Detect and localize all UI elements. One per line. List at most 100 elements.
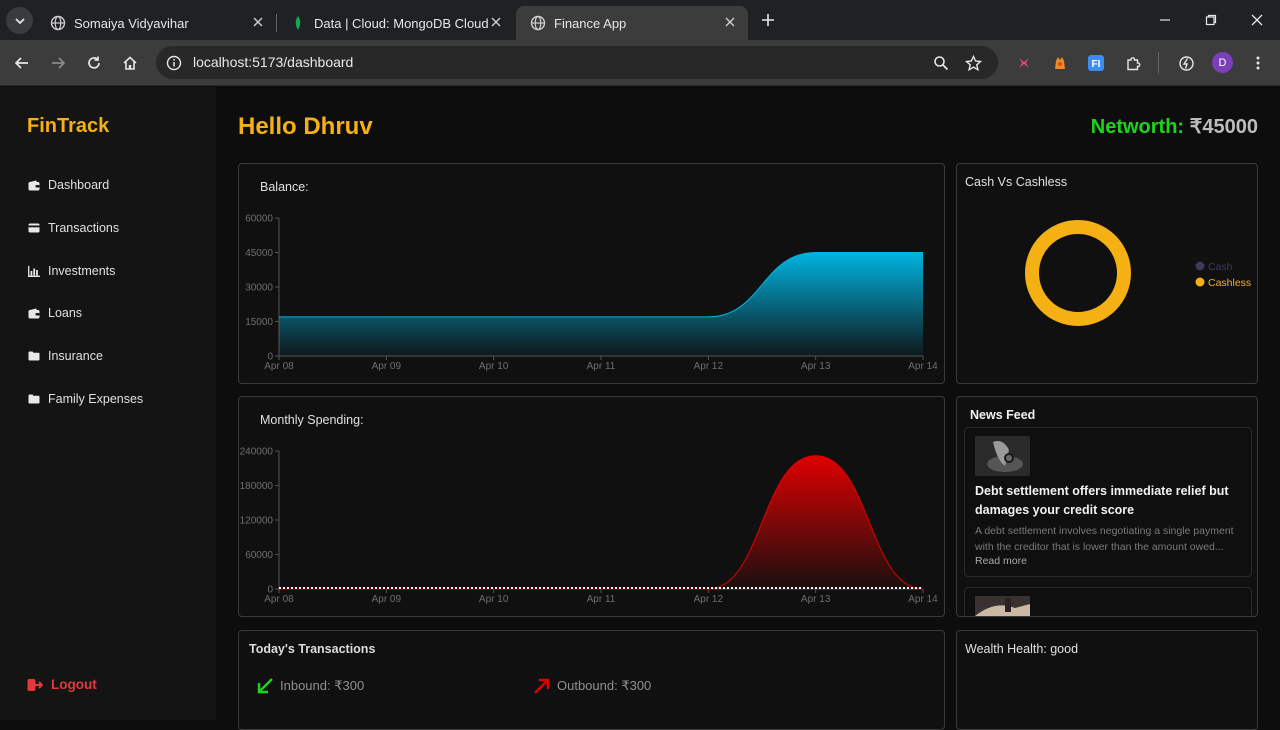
forward-button[interactable] <box>46 51 70 75</box>
globe-icon <box>50 15 66 31</box>
x-tick-label: Apr 09 <box>372 594 402 605</box>
balance-card: Balance: 015000300004500060000Apr 08Apr … <box>238 163 945 384</box>
x-tick-label: Apr 11 <box>587 361 616 372</box>
extension-fox-icon[interactable] <box>1048 51 1072 75</box>
read-more-link[interactable]: Read more <box>975 555 1027 567</box>
spending-chart: 060000120000180000240000Apr 08Apr 09Apr … <box>239 397 943 615</box>
networth: Networth: ₹45000 <box>1091 114 1258 139</box>
spending-card: Monthly Spending: 0600001200001800002400… <box>238 396 945 617</box>
news-thumbnail <box>975 436 1030 476</box>
zoom-icon[interactable] <box>930 52 952 74</box>
sidebar-item-investments[interactable]: Investments <box>27 261 115 281</box>
inbound-value: Inbound: ₹300 <box>280 678 364 694</box>
sidebar-item-label: Family Expenses <box>48 392 143 406</box>
pie-slice-cashless <box>1032 227 1124 319</box>
address-bar[interactable]: localhost:5173/dashboard <box>156 46 998 79</box>
x-tick-label: Apr 13 <box>801 361 831 372</box>
x-tick-label: Apr 12 <box>694 594 724 605</box>
browser-toolbar: localhost:5173/dashboard FI D <box>0 40 1280 86</box>
x-tick-label: Apr 10 <box>479 594 509 605</box>
card-icon <box>27 222 40 234</box>
todays-transactions-title: Today's Transactions <box>249 642 375 656</box>
x-tick-label: Apr 08 <box>264 361 294 372</box>
x-tick-label: Apr 14 <box>908 361 938 372</box>
legend-label-cash: Cash <box>1208 261 1233 273</box>
sidebar-item-loans[interactable]: Loans <box>27 303 82 323</box>
reload-button[interactable] <box>82 51 106 75</box>
folder-icon <box>27 350 40 362</box>
extensions-puzzle-icon[interactable] <box>1121 51 1145 75</box>
tab-title: Finance App <box>554 16 626 31</box>
home-button[interactable] <box>118 51 142 75</box>
x-tick-label: Apr 08 <box>264 594 294 605</box>
tab-finance-app[interactable]: Finance App <box>516 6 748 40</box>
restore-button[interactable] <box>1199 8 1223 32</box>
sidebar-item-label: Investments <box>48 264 115 278</box>
bar-chart-icon <box>27 265 40 277</box>
arrow-right-icon <box>50 55 66 71</box>
close-icon[interactable] <box>488 14 504 30</box>
news-item[interactable] <box>964 587 1252 617</box>
legend-label-cashless: Cashless <box>1208 277 1251 289</box>
news-headline[interactable]: Debt settlement offers immediate relief … <box>975 482 1235 520</box>
restore-icon <box>1205 14 1217 26</box>
folder-icon <box>27 393 40 405</box>
news-thumbnail <box>975 596 1030 617</box>
todays-transactions-card: Today's Transactions Inbound: ₹300 Outbo… <box>238 630 945 730</box>
x-tick-label: Apr 10 <box>479 361 509 372</box>
wallet-icon <box>27 307 40 319</box>
sidebar-item-dashboard[interactable]: Dashboard <box>27 175 109 195</box>
close-window-button[interactable] <box>1245 8 1269 32</box>
performance-icon[interactable] <box>1174 51 1198 75</box>
x-tick-label: Apr 14 <box>908 594 938 605</box>
browser-tab-bar: Somaiya Vidyavihar Data | Cloud: MongoDB… <box>0 0 1280 40</box>
extension-pink-icon[interactable] <box>1012 51 1036 75</box>
home-icon <box>122 55 138 71</box>
x-tick-label: Apr 11 <box>587 594 616 605</box>
y-tick-label: 60000 <box>245 214 273 225</box>
plus-icon <box>761 13 775 27</box>
brand-logo[interactable]: FinTrack <box>27 115 109 138</box>
sidebar-item-label: Insurance <box>48 349 103 363</box>
sidebar-item-label: Dashboard <box>48 178 109 192</box>
profile-avatar[interactable]: D <box>1212 52 1233 73</box>
news-item[interactable]: Debt settlement offers immediate relief … <box>964 427 1252 577</box>
legend-marker <box>1196 262 1205 271</box>
outbound-summary: Outbound: ₹300 <box>533 677 651 695</box>
x-tick-label: Apr 12 <box>694 361 724 372</box>
tab-search-button[interactable] <box>6 7 33 34</box>
chevron-down-icon <box>14 15 26 27</box>
sidebar-item-label: Loans <box>48 306 82 320</box>
back-button[interactable] <box>10 51 34 75</box>
bookmark-star-icon[interactable] <box>962 52 984 74</box>
svg-text:FI: FI <box>1092 59 1101 70</box>
more-menu-icon[interactable] <box>1246 51 1270 75</box>
new-tab-button[interactable] <box>756 8 780 32</box>
tab-title: Data | Cloud: MongoDB Cloud <box>314 16 489 31</box>
cash-chart: Cash Cashless <box>957 164 1256 382</box>
logout-label: Logout <box>51 677 97 692</box>
sidebar: FinTrack Dashboard Transactions Investme… <box>0 87 216 720</box>
minimize-icon <box>1159 14 1171 26</box>
tab-mongodb[interactable]: Data | Cloud: MongoDB Cloud <box>276 6 514 40</box>
logout-button[interactable]: Logout <box>27 677 97 692</box>
series-area <box>279 456 923 589</box>
sidebar-item-family-expenses[interactable]: Family Expenses <box>27 389 143 409</box>
news-feed-card: News Feed Debt settlement offers immedia… <box>956 396 1258 617</box>
news-feed-title: News Feed <box>970 408 1035 422</box>
site-info-icon[interactable] <box>164 53 184 73</box>
url-text[interactable]: localhost:5173/dashboard <box>193 54 353 70</box>
sidebar-item-transactions[interactable]: Transactions <box>27 218 119 238</box>
wealth-health-card: Wealth Health: good <box>956 630 1258 730</box>
series-area <box>279 253 923 357</box>
arrow-left-icon <box>14 55 30 71</box>
sidebar-item-insurance[interactable]: Insurance <box>27 346 103 366</box>
tab-somaiya[interactable]: Somaiya Vidyavihar <box>36 6 276 40</box>
y-tick-label: 45000 <box>245 248 273 259</box>
extension-fi-icon[interactable]: FI <box>1084 51 1108 75</box>
arrow-up-right-icon <box>533 677 551 695</box>
balance-chart: 015000300004500060000Apr 08Apr 09Apr 10A… <box>239 164 943 382</box>
close-icon[interactable] <box>250 14 266 30</box>
close-icon[interactable] <box>722 14 738 30</box>
minimize-button[interactable] <box>1153 8 1177 32</box>
